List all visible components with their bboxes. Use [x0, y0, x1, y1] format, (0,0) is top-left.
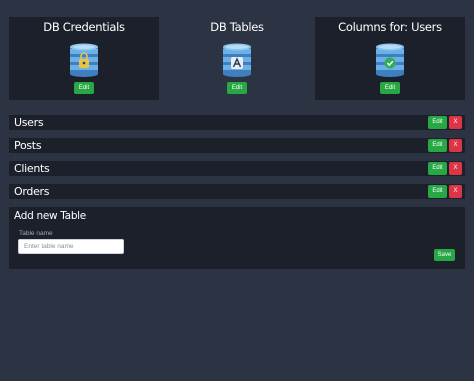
save-button[interactable]: Save — [434, 249, 455, 261]
table-name[interactable]: Posts — [14, 138, 42, 153]
database-lock-icon — [70, 43, 98, 77]
columns-title: Columns for: Users — [338, 20, 442, 34]
delete-table-button[interactable]: X — [449, 116, 462, 129]
table-row-users: Users Edit X — [9, 115, 465, 130]
edit-table-button[interactable]: Edit — [428, 185, 447, 198]
table-name[interactable]: Users — [14, 115, 44, 130]
table-name[interactable]: Clients — [14, 161, 50, 176]
table-row-orders: Orders Edit X — [9, 184, 465, 199]
columns-card: Columns for: Users Edit — [315, 17, 465, 100]
table-name-input[interactable] — [18, 239, 124, 254]
db-tables-title: DB Tables — [210, 20, 264, 34]
edit-table-button[interactable]: Edit — [428, 139, 447, 152]
table-row-posts: Posts Edit X — [9, 138, 465, 153]
db-credentials-card: DB Credentials Edit — [9, 17, 159, 100]
edit-columns-button[interactable]: Edit — [380, 82, 400, 94]
edit-table-button[interactable]: Edit — [428, 116, 447, 129]
table-name-label: Table name — [19, 230, 53, 237]
add-table-title: Add new Table — [14, 210, 86, 222]
delete-table-button[interactable]: X — [449, 162, 462, 175]
db-credentials-title: DB Credentials — [43, 20, 125, 34]
db-tables-card: DB Tables Edit — [162, 17, 312, 100]
database-check-icon — [376, 43, 404, 77]
database-table-icon — [223, 43, 251, 77]
edit-credentials-button[interactable]: Edit — [74, 82, 94, 94]
delete-table-button[interactable]: X — [449, 185, 462, 198]
edit-table-button[interactable]: Edit — [428, 162, 447, 175]
add-table-panel: Add new Table Table name Save — [9, 207, 465, 269]
table-name[interactable]: Orders — [14, 184, 50, 199]
table-row-clients: Clients Edit X — [9, 161, 465, 176]
delete-table-button[interactable]: X — [449, 139, 462, 152]
edit-tables-button[interactable]: Edit — [227, 82, 247, 94]
